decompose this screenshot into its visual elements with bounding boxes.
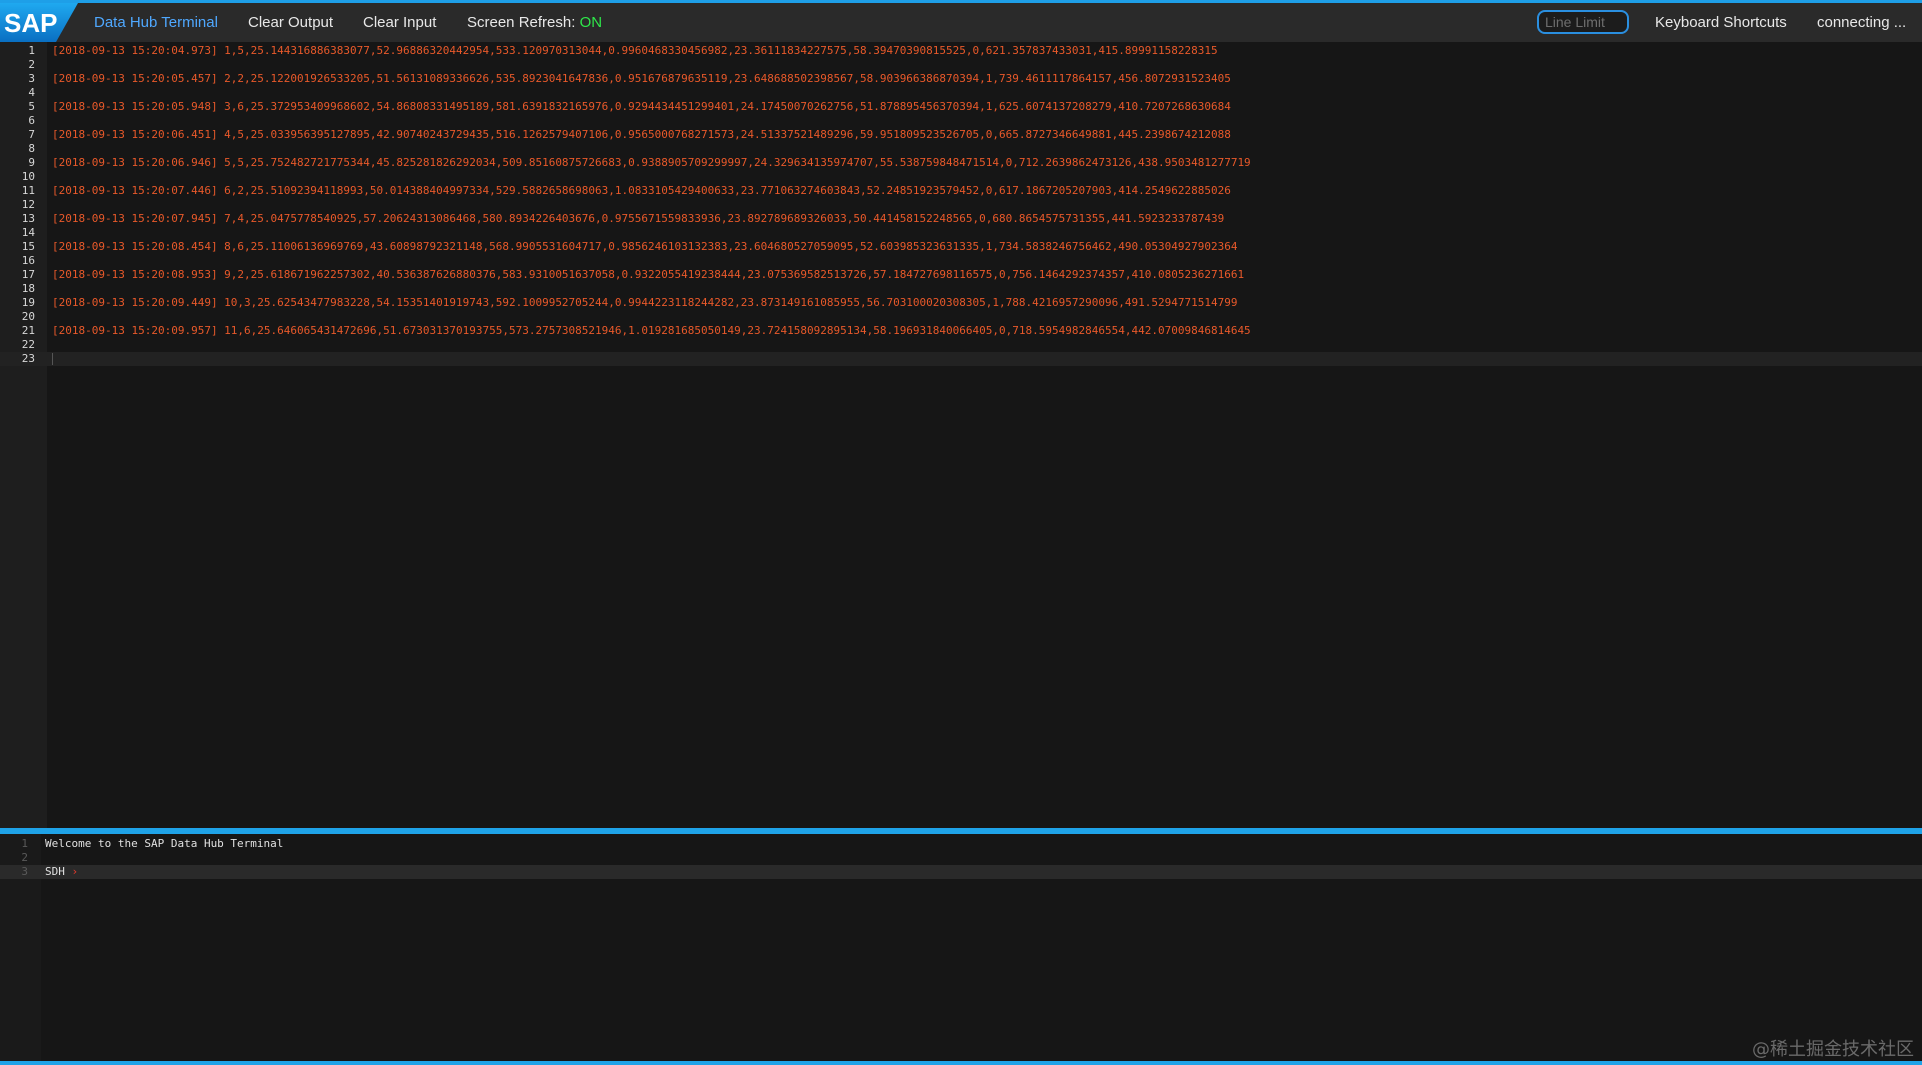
line-number: 15 — [21, 240, 35, 253]
output-line: 6 — [0, 114, 1922, 128]
output-line: 10 — [0, 170, 1922, 184]
output-line-text: [2018-09-13 15:20:04.973] 1,5,25.1443168… — [52, 44, 1218, 57]
output-line-text: [2018-09-13 15:20:09.449] 10,3,25.625434… — [52, 296, 1238, 309]
output-line: 7 [2018-09-13 15:20:06.451] 4,5,25.033956… — [0, 128, 1922, 142]
output-line: 8 — [0, 142, 1922, 156]
line-number: 5 — [28, 100, 35, 113]
output-line-text: [2018-09-13 15:20:06.451] 4,5,25.0339563… — [52, 128, 1231, 141]
line-number: 19 — [21, 296, 35, 309]
output-line: 15 [2018-09-13 15:20:08.454] 8,6,25.11006… — [0, 240, 1922, 254]
output-line: 5 [2018-09-13 15:20:05.948] 3,6,25.372953… — [0, 100, 1922, 114]
output-line: 3 [2018-09-13 15:20:05.457] 2,2,25.122001… — [0, 72, 1922, 86]
input-pane[interactable]: 1 Welcome to the SAP Data Hub Terminal 2… — [0, 834, 1922, 1061]
line-number: 14 — [21, 226, 35, 239]
line-number: 13 — [21, 212, 35, 225]
line-number: 10 — [21, 170, 35, 183]
output-line-text: [2018-09-13 15:20:08.454] 8,6,25.1100613… — [52, 240, 1238, 253]
text-caret — [52, 353, 53, 365]
output-line: 22 — [0, 338, 1922, 352]
output-line: 1 [2018-09-13 15:20:04.973] 1,5,25.144316… — [0, 44, 1922, 58]
prompt-label: SDH — [45, 865, 72, 878]
output-line: 4 — [0, 86, 1922, 100]
connection-status: connecting ... — [1817, 14, 1907, 31]
line-number: 20 — [21, 310, 35, 323]
line-limit-input[interactable] — [1537, 10, 1629, 34]
line-number: 18 — [21, 282, 35, 295]
screen-refresh-state: ON — [579, 14, 603, 31]
top-bar: SAP Data Hub Terminal Clear Output Clear… — [0, 0, 1922, 42]
screen-refresh-label: Screen Refresh: — [467, 14, 580, 31]
line-number: 22 — [21, 338, 35, 351]
output-line-text: [2018-09-13 15:20:09.957] 11,6,25.646065… — [52, 324, 1251, 337]
clear-output-button[interactable]: Clear Output — [248, 3, 333, 42]
output-line: 17 [2018-09-13 15:20:08.953] 9,2,25.61867… — [0, 268, 1922, 282]
line-number: 2 — [21, 851, 28, 864]
output-line: 11 [2018-09-13 15:20:07.446] 6,2,25.51092… — [0, 184, 1922, 198]
output-line: 12 — [0, 198, 1922, 212]
output-line-text: [2018-09-13 15:20:06.946] 5,5,25.7524827… — [52, 156, 1251, 169]
screen-refresh-toggle[interactable]: Screen Refresh: ON — [467, 3, 602, 42]
sap-logo-text: SAP — [4, 8, 57, 38]
line-number: 1 — [28, 44, 35, 57]
line-number: 21 — [21, 324, 35, 337]
input-line: 1 Welcome to the SAP Data Hub Terminal — [0, 837, 1922, 851]
line-number: 3 — [28, 72, 35, 85]
line-number: 7 — [28, 128, 35, 141]
command-prompt-line[interactable]: 3 SDH › — [0, 865, 1922, 879]
line-number: 2 — [28, 58, 35, 71]
output-line: 13 [2018-09-13 15:20:07.945] 7,4,25.04757… — [0, 212, 1922, 226]
output-line-text: [2018-09-13 15:20:05.457] 2,2,25.1220019… — [52, 72, 1231, 85]
line-number: 3 — [21, 865, 28, 878]
output-line: 14 — [0, 226, 1922, 240]
prompt-arrow-icon: › — [71, 865, 79, 878]
line-number: 6 — [28, 114, 35, 127]
line-number: 4 — [28, 86, 35, 99]
watermark: @稀土掘金技术社区 — [1752, 1039, 1914, 1060]
nav-data-hub-terminal[interactable]: Data Hub Terminal — [94, 3, 218, 42]
output-line-text: [2018-09-13 15:20:07.446] 6,2,25.5109239… — [52, 184, 1231, 197]
keyboard-shortcuts-button[interactable]: Keyboard Shortcuts — [1655, 3, 1787, 42]
line-number: 9 — [28, 156, 35, 169]
line-number: 16 — [21, 254, 35, 267]
output-line: 2 — [0, 58, 1922, 72]
output-line: 9 [2018-09-13 15:20:06.946] 5,5,25.752482… — [0, 156, 1922, 170]
output-line-text: [2018-09-13 15:20:05.948] 3,6,25.3729534… — [52, 100, 1231, 113]
bottom-border — [0, 1061, 1922, 1065]
output-line-text: [2018-09-13 15:20:07.945] 7,4,25.0475778… — [52, 212, 1225, 225]
output-pane[interactable]: 1 [2018-09-13 15:20:04.973] 1,5,25.144316… — [0, 42, 1922, 828]
input-line: 2 — [0, 851, 1922, 865]
output-line: 19 [2018-09-13 15:20:09.449] 10,3,25.6254… — [0, 296, 1922, 310]
sap-logo: SAP — [0, 3, 78, 42]
output-line: 20 — [0, 310, 1922, 324]
line-number: 12 — [21, 198, 35, 211]
line-number: 17 — [21, 268, 35, 281]
output-line: 16 — [0, 254, 1922, 268]
welcome-message: Welcome to the SAP Data Hub Terminal — [45, 837, 284, 850]
output-cursor-line: 23 — [0, 352, 1922, 366]
output-line-text: [2018-09-13 15:20:08.953] 9,2,25.6186719… — [52, 268, 1245, 281]
line-number: 8 — [28, 142, 35, 155]
line-number: 23 — [21, 352, 35, 365]
clear-input-button[interactable]: Clear Input — [363, 3, 436, 42]
command-prompt[interactable]: SDH › — [45, 865, 78, 879]
line-number: 1 — [21, 837, 28, 850]
line-number: 11 — [21, 184, 35, 197]
output-line: 18 — [0, 282, 1922, 296]
output-line: 21 [2018-09-13 15:20:09.957] 11,6,25.6460… — [0, 324, 1922, 338]
